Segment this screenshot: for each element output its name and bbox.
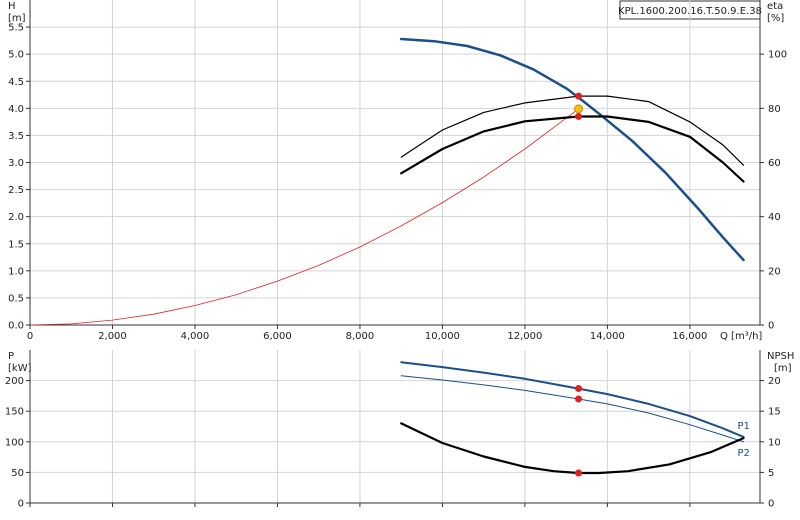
operating-point-marker	[575, 112, 583, 120]
x-tick-label: 6,000	[263, 331, 292, 342]
y-left-tick-label: 4.0	[8, 104, 24, 115]
y-left-tick-label: 100	[5, 437, 24, 448]
y-left-tick-label: 3.5	[8, 131, 24, 142]
y-left-tick-label: 200	[5, 376, 24, 387]
x-tick-label: 4,000	[181, 331, 210, 342]
x-tick-label: 12,000	[507, 331, 542, 342]
operating-point-marker	[575, 469, 583, 477]
bottom-left-axis-label: P	[8, 351, 14, 362]
power-npsh-panel: P [kW] NPSH [m] 0 50 100 150 200 0 5 10 15 20 P1 P2	[5, 350, 794, 510]
x-tick-label: 16,000	[672, 331, 707, 342]
y-left-tick-label: 5.0	[8, 50, 24, 61]
y-right-tick-label: 60	[768, 158, 781, 169]
pump-curve-chart: H [m] eta [%] KPL.1600.200.16.T.50.9.E.3…	[5, 0, 794, 510]
head-efficiency-panel: H [m] eta [%] KPL.1600.200.16.T.50.9.E.3…	[8, 0, 787, 342]
series-line	[400, 422, 745, 475]
y-right-tick-label: 80	[768, 104, 781, 115]
y-left-tick-label: 1.5	[8, 239, 24, 250]
series-label: P2	[738, 448, 750, 459]
y-right-tick-label: 15	[768, 407, 781, 418]
bottom-left-axis-unit: [kW]	[8, 363, 32, 374]
y-left-tick-label: 0.5	[8, 293, 24, 304]
x-tick-label: 8,000	[346, 331, 375, 342]
y-right-tick-label: 20	[768, 266, 781, 277]
operating-point-marker	[575, 395, 583, 403]
y-left-tick-label: 3.0	[8, 158, 24, 169]
y-left-tick-label: 2.0	[8, 212, 24, 223]
operating-point-marker	[575, 385, 583, 393]
y-right-tick-label: 5	[768, 468, 774, 479]
x-tick-label: 2,000	[98, 331, 127, 342]
bottom-right-axis-unit: [m]	[774, 363, 792, 374]
y-right-tick-label: 20	[768, 376, 781, 387]
y-left-tick-label: 4.5	[8, 77, 24, 88]
x-tick-label: 0	[27, 331, 33, 342]
operating-point-marker	[575, 92, 583, 100]
y-right-tick-label: 0	[768, 321, 774, 332]
x-tick-label: 14,000	[590, 331, 625, 342]
y-left-tick-label: 0	[18, 499, 24, 510]
y-left-tick-label: 150	[5, 407, 24, 418]
y-left-tick-label: 2.5	[8, 185, 24, 196]
top-right-axis-label: eta	[767, 1, 783, 12]
x-axis-label: Q [m³/h]	[720, 331, 762, 342]
y-right-tick-label: 40	[768, 212, 781, 223]
x-tick-label: 10,000	[425, 331, 460, 342]
y-left-tick-label: 5.5	[8, 23, 24, 34]
top-left-axis-label: H	[8, 1, 16, 12]
series-line	[399, 37, 745, 262]
top-right-axis-unit: [%]	[767, 13, 784, 24]
y-right-tick-label: 10	[768, 437, 781, 448]
y-right-tick-label: 100	[768, 50, 787, 61]
operating-point-marker	[574, 104, 584, 114]
series-line	[400, 375, 744, 443]
series-line	[400, 95, 745, 166]
y-left-tick-label: 50	[11, 468, 24, 479]
bottom-right-axis-label: NPSH	[767, 351, 794, 362]
y-right-tick-label: 0	[768, 499, 774, 510]
series-label: P1	[738, 421, 750, 432]
y-left-tick-label: 0.0	[8, 321, 24, 332]
y-left-tick-label: 1.0	[8, 266, 24, 277]
